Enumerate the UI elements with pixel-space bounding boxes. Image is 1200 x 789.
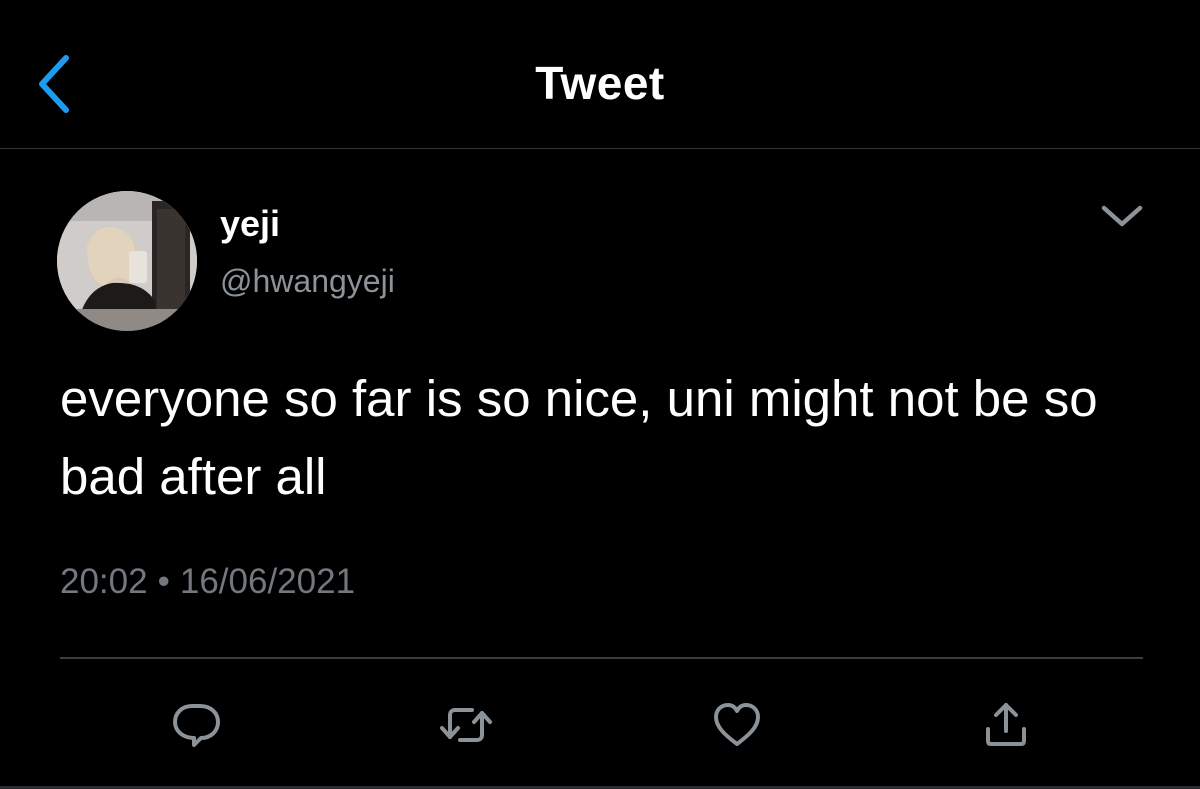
tweet-text: everyone so far is so nice, uni might no… <box>60 370 1098 505</box>
like-button[interactable] <box>707 695 767 755</box>
tweet-timestamp: 20:02 • 16/06/2021 <box>60 562 355 602</box>
tweet-time: 20:02 <box>60 562 148 601</box>
meta-separator: • <box>157 562 170 601</box>
page-title: Tweet <box>535 57 665 109</box>
divider <box>60 657 1143 659</box>
retweet-icon <box>440 708 492 742</box>
reply-button[interactable] <box>166 695 226 755</box>
share-button[interactable] <box>976 695 1036 755</box>
avatar[interactable] <box>57 191 197 331</box>
reply-icon <box>173 704 220 747</box>
avatar-photo <box>57 191 197 331</box>
more-options-button[interactable] <box>1096 196 1148 236</box>
tweet-date: 16/06/2021 <box>179 562 356 601</box>
app-header: Tweet <box>0 0 1200 149</box>
retweet-button[interactable] <box>436 695 496 755</box>
share-icon <box>986 703 1026 746</box>
author-display-name[interactable]: yeji <box>220 203 280 245</box>
heart-icon <box>714 703 760 746</box>
chevron-down-icon <box>1101 205 1143 227</box>
author-handle[interactable]: @hwangyeji <box>220 263 395 300</box>
